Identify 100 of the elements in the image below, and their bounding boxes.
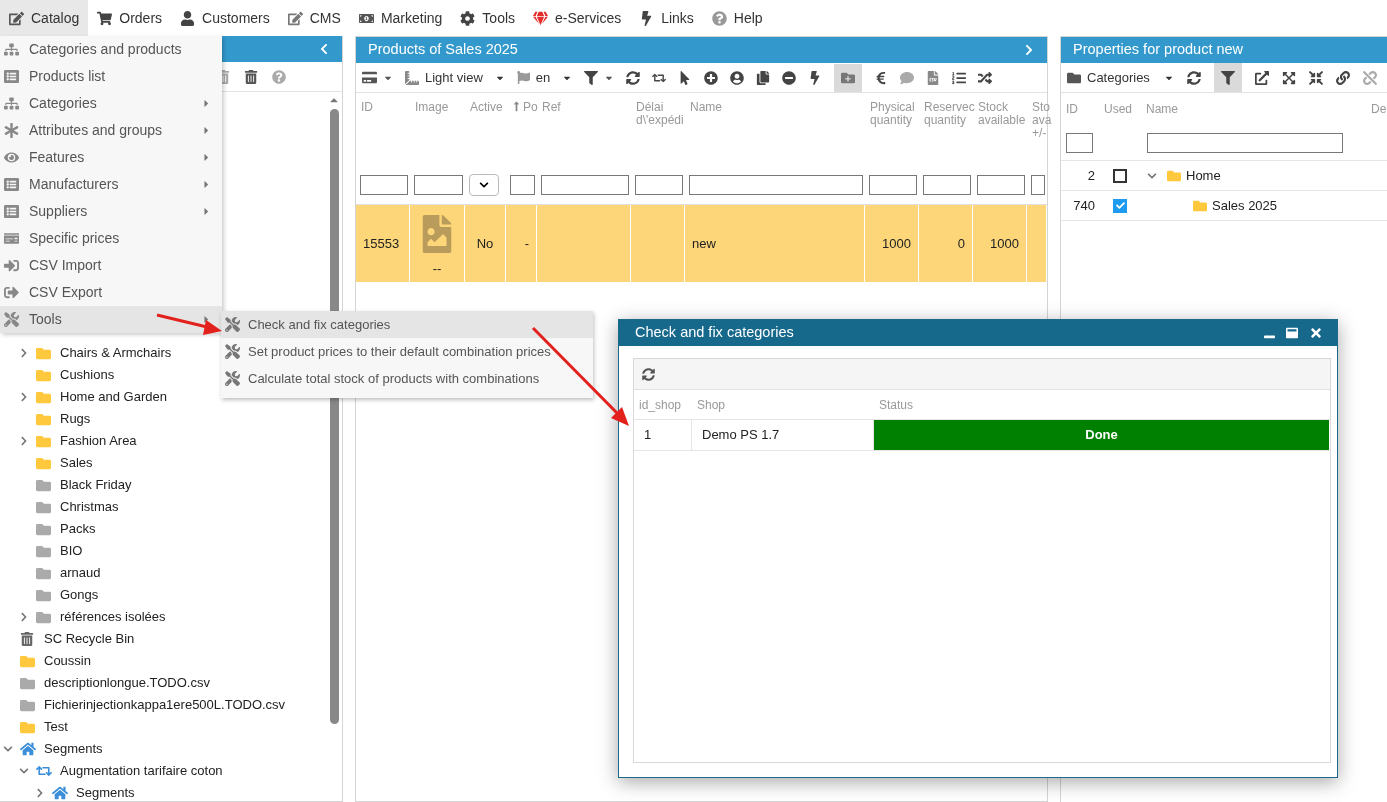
tree-item[interactable]: Rugs <box>60 409 91 429</box>
tree-item[interactable]: Packs <box>60 519 96 539</box>
tree-item[interactable]: Chairs & Armchairs <box>60 343 172 363</box>
table-row[interactable]: 15553 -- No - new 1000 0 1000 <box>356 204 1047 282</box>
menu-item[interactable]: Manufacturers <box>0 171 222 198</box>
comment-icon[interactable] <box>900 70 915 85</box>
copy-icon[interactable] <box>756 70 771 85</box>
filter-button[interactable] <box>1213 63 1242 92</box>
menu-item[interactable]: Categories <box>0 90 222 117</box>
language-dropdown[interactable]: en <box>516 67 573 88</box>
expand-panel-icon[interactable] <box>1023 44 1035 56</box>
tree-item[interactable]: Coussin <box>44 651 91 671</box>
menu-bar-item[interactable]: Tools <box>451 0 525 36</box>
menu-item[interactable]: Specific prices <box>0 225 222 252</box>
menu-item[interactable]: CSV Import <box>0 252 222 279</box>
filter-field[interactable] <box>414 175 463 195</box>
link-icon[interactable] <box>1335 70 1350 85</box>
tree-item[interactable]: Cushions <box>60 365 115 385</box>
menu-item[interactable]: Check and fix categories <box>221 311 593 338</box>
add-to-category-button[interactable] <box>834 63 863 92</box>
menu-item[interactable]: Tools <box>0 306 222 333</box>
menu-bar-item[interactable]: CMS <box>278 0 350 36</box>
tree-item[interactable]: arnaud <box>60 563 101 583</box>
menu-item[interactable]: Calculate total stock of products with combinations <box>221 365 593 392</box>
collapsed-chevron-icon[interactable] <box>19 436 29 446</box>
tree-item[interactable]: Black Friday <box>60 475 132 495</box>
window-icon[interactable] <box>362 70 377 85</box>
refresh-icon[interactable] <box>626 70 641 85</box>
menu-item[interactable]: CSV Export <box>0 279 222 306</box>
collapsed-chevron-icon[interactable] <box>19 348 29 358</box>
expanded-chevron-icon[interactable] <box>1147 170 1157 181</box>
filter-field[interactable] <box>1031 175 1045 195</box>
menu-bar-item[interactable]: Orders <box>88 0 172 36</box>
tree-item[interactable]: descriptionlongue.TODO.csv <box>44 673 210 693</box>
menu-item[interactable]: Features <box>0 144 222 171</box>
collapsed-chevron-icon[interactable] <box>19 392 29 402</box>
csv-file-icon[interactable] <box>926 70 941 85</box>
filter-field[interactable] <box>923 175 971 195</box>
expand-icon[interactable] <box>1281 70 1296 85</box>
filter-field[interactable] <box>689 175 863 195</box>
filter-field[interactable] <box>541 175 629 195</box>
sort-ascending-icon[interactable] <box>511 101 522 112</box>
trash-icon[interactable] <box>244 69 258 84</box>
expanded-chevron-icon[interactable] <box>3 744 13 754</box>
filter-field[interactable] <box>510 175 535 195</box>
categories-dropdown[interactable]: Categories <box>1067 67 1174 88</box>
close-icon[interactable] <box>1309 326 1323 340</box>
menu-item[interactable]: Attributes and groups <box>0 117 222 144</box>
filter-field[interactable] <box>1066 132 1093 153</box>
collapsed-chevron-icon[interactable] <box>35 788 45 798</box>
shuffle-icon[interactable] <box>978 70 993 85</box>
help-icon[interactable] <box>272 69 286 84</box>
menu-item[interactable]: Categories and products <box>0 36 222 63</box>
tree-item[interactable]: Fichierinjectionkappa1ere500L.TODO.csv <box>44 695 286 715</box>
filter-field[interactable] <box>1147 132 1343 153</box>
expanded-chevron-icon[interactable] <box>19 766 29 776</box>
tree-item[interactable]: références isolées <box>60 607 166 627</box>
refresh-icon[interactable] <box>642 367 655 381</box>
menu-item[interactable]: Products list <box>0 63 222 90</box>
menu-item[interactable]: Set product prices to their default combination prices <box>221 338 593 365</box>
filter-icon[interactable] <box>584 70 599 85</box>
tree-item[interactable]: Sales <box>60 453 93 473</box>
tree-item[interactable]: SC Recycle Bin <box>44 629 135 649</box>
tree-item[interactable]: Fashion Area <box>60 431 137 451</box>
filter-field[interactable] <box>635 175 683 195</box>
add-icon[interactable] <box>704 70 719 85</box>
filter-field[interactable] <box>977 175 1025 195</box>
menu-bar-item[interactable]: e-Services <box>524 0 631 36</box>
tree-item[interactable]: Test <box>44 717 68 737</box>
menu-item[interactable]: Suppliers <box>0 198 222 225</box>
tree-item[interactable]: Gongs <box>60 585 99 605</box>
tree-item[interactable]: Segments <box>44 739 103 759</box>
checkbox[interactable] <box>1113 198 1127 213</box>
remove-icon[interactable] <box>782 70 797 85</box>
numbered-list-icon[interactable] <box>952 70 967 85</box>
filter-field[interactable] <box>360 175 408 195</box>
tree-item[interactable]: BIO <box>60 541 83 561</box>
menu-bar-item[interactable]: Customers <box>171 0 279 36</box>
collapse-panel-icon[interactable] <box>318 43 330 55</box>
tree-item[interactable]: Augmentation tarifaire coton <box>60 761 223 781</box>
tree-item[interactable]: Christmas <box>60 497 119 517</box>
menu-bar-item[interactable]: Help <box>702 0 772 36</box>
maximize-icon[interactable] <box>1286 327 1298 339</box>
external-link-icon[interactable] <box>1254 70 1269 85</box>
filter-dropdown[interactable] <box>469 174 499 196</box>
tree-item[interactable]: Home and Garden <box>60 387 167 407</box>
collapse-icon[interactable] <box>1308 70 1323 85</box>
unlink-icon[interactable] <box>1362 70 1377 85</box>
view-dropdown[interactable]: Light view <box>405 67 505 88</box>
menu-bar-item[interactable]: Catalog <box>0 0 89 36</box>
category-name[interactable]: Sales 2025 <box>1212 195 1278 216</box>
tree-item[interactable]: Segments <box>76 783 135 801</box>
collapsed-chevron-icon[interactable] <box>19 612 29 622</box>
menu-bar-item[interactable]: Marketing <box>349 0 452 36</box>
refresh-icon[interactable] <box>1186 70 1201 85</box>
avatar-icon[interactable] <box>730 70 745 85</box>
checkbox[interactable] <box>1113 168 1127 183</box>
menu-bar-item[interactable]: Links <box>630 0 703 36</box>
filter-field[interactable] <box>869 175 917 195</box>
category-name[interactable]: Home <box>1186 165 1221 186</box>
